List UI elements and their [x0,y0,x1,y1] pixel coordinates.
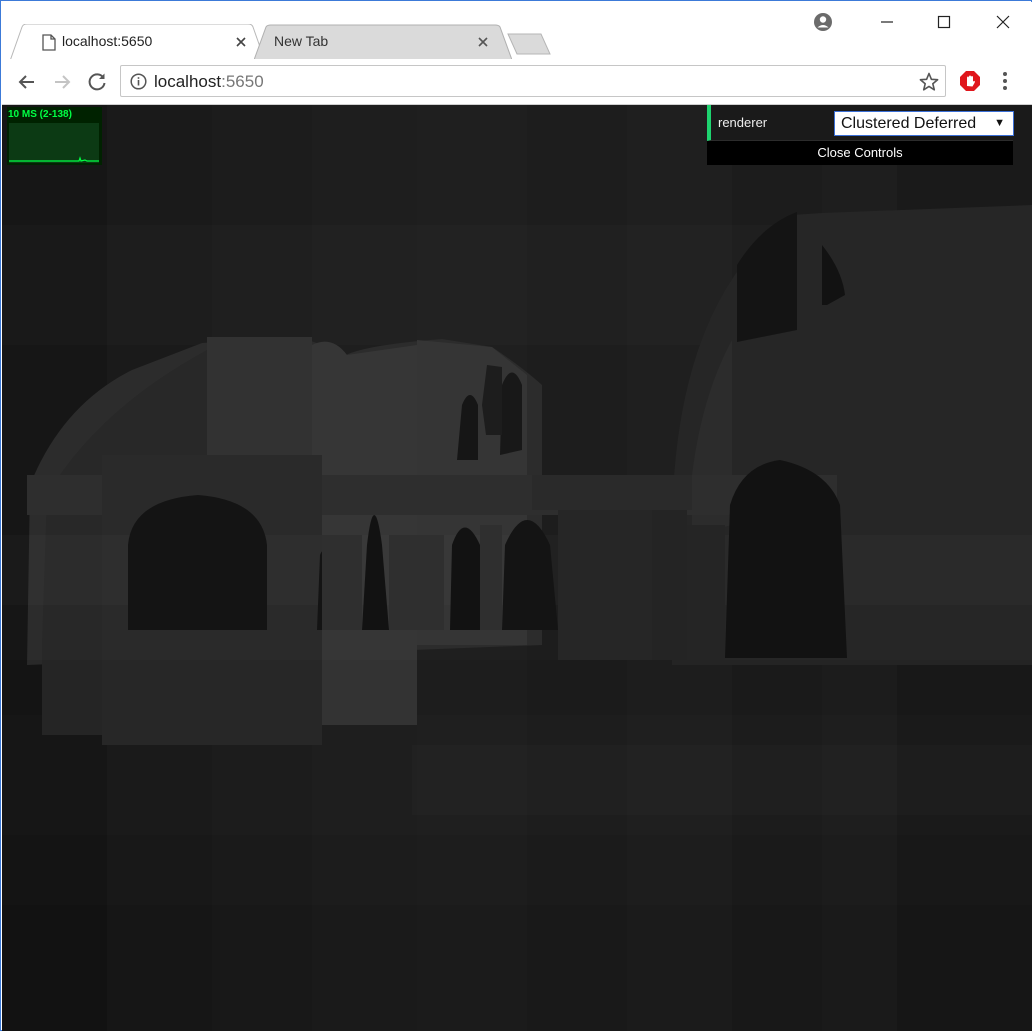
renderer-select[interactable]: Clustered Deferred ▼ [834,111,1014,136]
tab-title: New Tab [274,33,329,49]
minimize-icon[interactable] [874,9,900,35]
renderer-control: renderer Clustered Deferred ▼ [707,105,1014,141]
maximize-icon[interactable] [931,9,957,35]
webgl-canvas[interactable]: 10 MS (2-138) renderer Clustered Deferre… [2,105,1032,1031]
info-icon[interactable] [130,73,147,90]
star-icon[interactable] [918,71,940,93]
page-icon [42,34,56,51]
browser-window: localhost:5650 New Tab localhost:5650 10… [0,0,1032,1031]
tab-title: localhost:5650 [62,33,153,49]
renderer-label: renderer [718,115,768,130]
tab-localhost[interactable]: localhost:5650 [10,24,265,61]
back-arrow-icon[interactable] [15,70,39,94]
reload-icon[interactable] [85,70,109,94]
window-close-icon[interactable] [990,9,1016,35]
scene-render [2,105,1032,1031]
renderer-select-value: Clustered Deferred [841,115,977,132]
close-controls-button[interactable]: Close Controls [707,141,1013,165]
controls-panel: renderer Clustered Deferred ▼ Close Cont… [707,105,1014,165]
tab-close-icon[interactable] [476,35,490,49]
url-port: :5650 [221,72,264,91]
stats-graph [9,123,99,163]
new-tab-button[interactable] [507,33,551,55]
title-bar: localhost:5650 New Tab [2,2,1032,61]
chevron-down-icon: ▼ [994,117,1005,129]
kebab-menu-icon[interactable] [1002,70,1008,92]
tab-new-tab[interactable]: New Tab [254,24,512,61]
profile-icon[interactable] [813,12,833,32]
address-bar[interactable]: localhost:5650 [120,65,946,97]
browser-toolbar: localhost:5650 [2,59,1032,105]
adblock-icon[interactable] [959,70,981,92]
stats-graph-line [9,156,99,162]
stats-ms-label: 10 MS (2-138) [8,109,72,120]
url-host: localhost [154,72,222,91]
tab-close-icon[interactable] [234,35,248,49]
forward-arrow-icon[interactable] [50,70,74,94]
fps-stats-panel[interactable]: 10 MS (2-138) [7,107,102,165]
url-text: localhost:5650 [154,72,264,92]
